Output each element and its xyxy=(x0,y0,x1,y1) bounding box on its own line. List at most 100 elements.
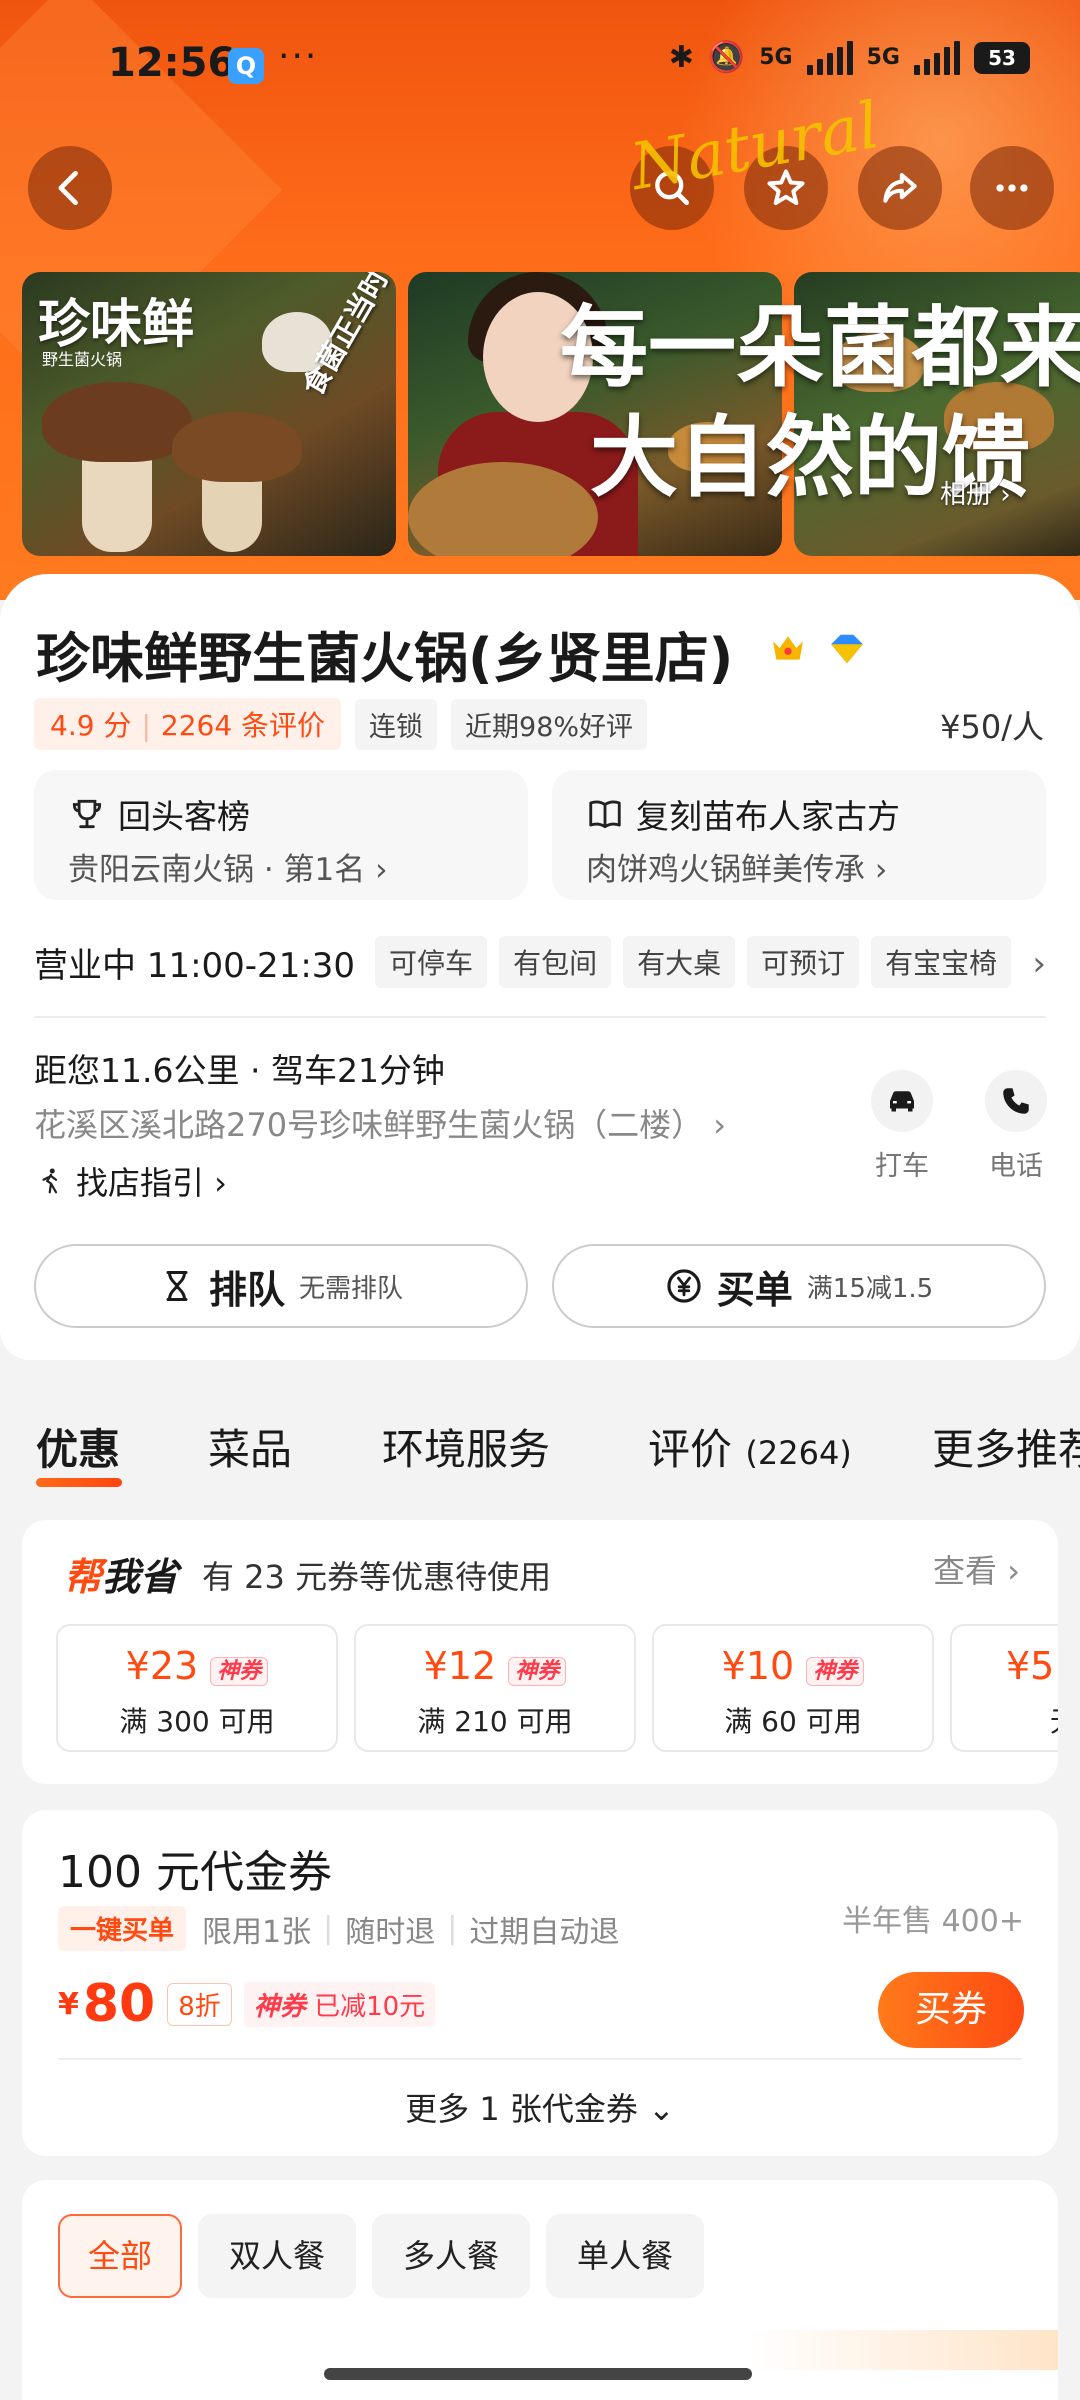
tab-more[interactable]: 更多推荐 xyxy=(932,1416,1080,1477)
business-hours-row[interactable]: 营业中 11:00-21:30 可停车 有包间 有大桌 可预订 有宝宝椅 › xyxy=(34,934,1046,990)
walking-icon xyxy=(42,1168,58,1194)
book-icon xyxy=(589,800,621,829)
trophy-icon xyxy=(72,799,102,829)
rating-summary[interactable]: 4.9 分 | 2264 条评价 xyxy=(34,698,342,750)
gallery-photo-1[interactable]: 珍味鲜 野生菌火锅 食菌正当时 xyxy=(22,272,396,556)
business-hours: 营业中 11:00-21:30 xyxy=(34,945,356,986)
god-coupon-cut: 已减10元 xyxy=(314,1991,426,2022)
facility-tag: 有大桌 xyxy=(623,936,736,988)
store-guide-link[interactable]: 找店指引 › xyxy=(36,1158,227,1204)
coupon-item[interactable]: ¥5 无 xyxy=(950,1624,1058,1752)
share-icon xyxy=(883,173,917,203)
savings-helper-card: 帮我省 有 23 元券等优惠待使用 查看 › ¥23 神券 满 300 可用 ¥… xyxy=(22,1520,1058,1784)
more-button[interactable] xyxy=(970,146,1054,230)
mushroom-cap xyxy=(172,412,302,482)
tab-environment[interactable]: 环境服务 xyxy=(382,1416,550,1477)
pay-bill-promo: 满15减1.5 xyxy=(806,1273,934,1304)
album-link[interactable]: 相册 › xyxy=(940,474,1011,511)
filter-all[interactable]: 全部 xyxy=(58,2214,182,2298)
facility-tag: 有包间 xyxy=(499,936,612,988)
expire-refund-tag: 过期自动退 xyxy=(469,1914,620,1950)
more-vouchers-toggle[interactable]: 更多 1 张代金券 ⌄ xyxy=(22,2084,1058,2130)
distance-info: 距您11.6公里 · 驾车21分钟 xyxy=(34,1051,445,1090)
queue-status: 无需排队 xyxy=(299,1273,404,1304)
more-dots-icon xyxy=(996,184,1028,192)
home-indicator[interactable] xyxy=(324,2368,752,2380)
tab-label: 环境服务 xyxy=(382,1425,551,1474)
signal-bars-icon xyxy=(914,40,960,75)
logo-text: 我省 xyxy=(102,1555,179,1599)
coupon-condition: 满 60 可用 xyxy=(724,1705,862,1738)
god-coupon-label: 神券 xyxy=(253,1991,306,2022)
crown-badge-icon xyxy=(773,636,803,660)
currency-symbol: ¥ xyxy=(58,1986,79,2022)
tab-label: 菜品 xyxy=(208,1425,293,1474)
queue-label: 排队 xyxy=(208,1267,285,1312)
queue-button[interactable]: 排队 无需排队 xyxy=(34,1244,528,1328)
phone-label: 电话 xyxy=(989,1151,1043,1182)
buy-voucher-button[interactable]: 买券 xyxy=(878,1972,1024,2048)
savings-helper-text: 有 23 元券等优惠待使用 xyxy=(202,1558,552,1596)
voucher-price: 80 xyxy=(82,1974,156,2034)
good-review-tag: 近期98%好评 xyxy=(451,698,648,750)
store-name: 珍味鲜野生菌火锅(乡贤里店) xyxy=(36,627,734,690)
tab-label: 评价 xyxy=(648,1425,733,1474)
active-tab-indicator xyxy=(36,1478,122,1487)
heritage-title: 复刻苗布人家古方 xyxy=(636,797,900,836)
coupon-item[interactable]: ¥12 神券 满 210 可用 xyxy=(354,1624,636,1752)
tab-label: 更多推荐 xyxy=(932,1425,1080,1474)
set-meal-filter-card: 全部 双人餐 多人餐 单人餐 xyxy=(22,2180,1058,2400)
hourglass-icon xyxy=(166,1271,188,1301)
tab-dishes[interactable]: 菜品 xyxy=(208,1416,292,1477)
god-coupon-tag: 神券 xyxy=(210,1656,269,1686)
mushroom-cap xyxy=(42,382,192,462)
coupon-condition: 满 210 可用 xyxy=(417,1705,573,1738)
coupon-amount: ¥23 xyxy=(125,1644,199,1688)
ranking-card[interactable]: 回头客榜 贵阳云南火锅 · 第1名 › xyxy=(34,770,528,900)
brand-subtitle: 野生菌火锅 xyxy=(42,350,123,369)
logo-accent: 帮 xyxy=(64,1555,103,1599)
voucher-title: 100 元代金券 xyxy=(58,1847,332,1898)
notification-app-icon: Q xyxy=(228,48,264,84)
tab-label: 优惠 xyxy=(36,1425,121,1474)
ranking-subtitle: 贵阳云南火锅 · 第1名 › xyxy=(68,852,388,888)
phone-icon xyxy=(1003,1088,1029,1114)
view-coupons-link[interactable]: 查看 › xyxy=(933,1546,1020,1592)
discount-tag: 8折 xyxy=(167,1982,232,2026)
gallery-slogan-line1: 每一朵菌都来 xyxy=(560,296,1080,399)
rating-row[interactable]: 4.9 分 | 2264 条评价 连锁 近期98%好评 xyxy=(34,698,648,750)
chevron-right-icon: › xyxy=(1032,944,1046,984)
filter-two-person[interactable]: 双人餐 xyxy=(198,2214,356,2298)
tab-reviews[interactable]: 评价 (2264) xyxy=(648,1416,852,1477)
pay-bill-label: 买单 xyxy=(716,1267,793,1312)
one-click-pay-tag: 一键买单 xyxy=(58,1906,187,1951)
store-address[interactable]: 花溪区溪北路270号珍味鲜野生菌火锅（二楼） › xyxy=(34,1100,726,1146)
diamond-badge-icon xyxy=(831,634,863,664)
savings-helper-logo: 帮我省 xyxy=(64,1546,178,1601)
tab-deals[interactable]: 优惠 xyxy=(36,1416,120,1477)
pay-bill-button[interactable]: 买单 满15减1.5 xyxy=(552,1244,1046,1328)
coupon-amount: ¥10 xyxy=(721,1644,795,1688)
refund-tag: 随时退 xyxy=(345,1914,436,1950)
divider xyxy=(58,2058,1022,2060)
phone-button[interactable]: 电话 xyxy=(966,1070,1066,1183)
back-button[interactable] xyxy=(28,146,112,230)
facility-tag: 可预订 xyxy=(747,936,860,988)
next-section-hint xyxy=(22,2330,1058,2370)
coupon-item[interactable]: ¥23 神券 满 300 可用 xyxy=(56,1624,338,1752)
status-indicators: ✱ 🔕 5G 5G 53 xyxy=(669,40,1030,75)
store-guide-label: 找店指引 › xyxy=(76,1164,227,1202)
filter-single-person[interactable]: 单人餐 xyxy=(546,2214,704,2298)
filter-multi-person[interactable]: 多人餐 xyxy=(372,2214,530,2298)
back-arrow-icon xyxy=(58,170,78,206)
bluetooth-icon: ✱ xyxy=(668,40,694,75)
rating-score: 4.9 分 xyxy=(50,709,132,742)
voucher-tags: 一键买单 限用1张 | 随时退 | 过期自动退 xyxy=(58,1906,619,1951)
coupon-condition: 无 xyxy=(1050,1700,1058,1740)
heritage-card[interactable]: 复刻苗布人家古方 肉饼鸡火锅鲜美传承 › xyxy=(552,770,1046,900)
status-bar: 12:56 Q ··· ✱ 🔕 5G 5G 53 xyxy=(0,0,1080,130)
coupon-item[interactable]: ¥10 神券 满 60 可用 xyxy=(652,1624,934,1752)
mute-bell-icon: 🔕 xyxy=(707,40,746,75)
signal-label-2: 5G xyxy=(866,45,900,70)
taxi-button[interactable]: 打车 xyxy=(852,1070,952,1183)
